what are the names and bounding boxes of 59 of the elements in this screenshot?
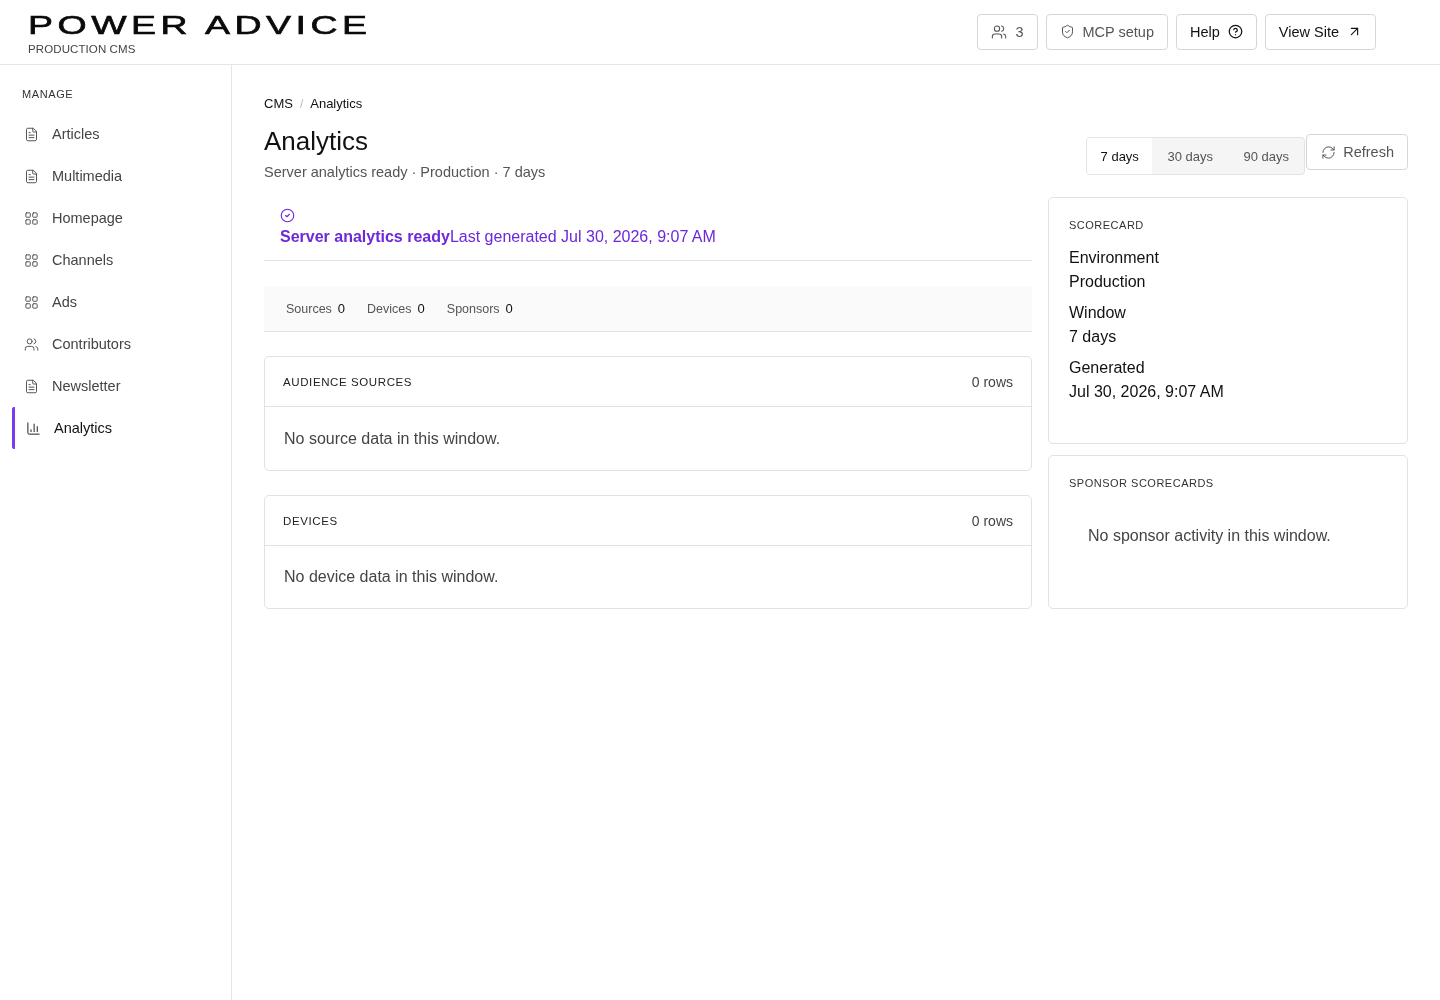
row-count: 0 rows (971, 512, 1013, 529)
stat-label: Sources (286, 302, 332, 316)
grid-icon (24, 210, 39, 226)
sidebar-item[interactable]: Newsletter (12, 365, 219, 407)
users-icon (24, 336, 39, 352)
sidebar-item[interactable]: Channels (12, 239, 219, 281)
refresh-button[interactable]: Refresh (1306, 134, 1408, 170)
sidebar-item[interactable]: Contributors (12, 323, 219, 365)
sidebar-item[interactable]: Analytics (12, 407, 219, 449)
field-value: Production (1069, 272, 1147, 292)
document-icon (24, 378, 39, 394)
logo-wordmark: POWER ADVICE (28, 13, 372, 37)
mcp-setup-button[interactable]: MCP setup (1045, 13, 1168, 50)
stat-value: 0 (337, 301, 346, 316)
empty-message: No sponsor activity in this window. (1088, 527, 1332, 545)
environment-label: PRODUCTION CMS (28, 43, 136, 55)
sidebar-item[interactable]: Multimedia (12, 155, 219, 197)
users-icon (991, 23, 1008, 40)
status-text: Server analytics readyLast generated Jul 30, 2026, 9:07 AM (280, 227, 716, 247)
users-count-button[interactable]: 3 (977, 13, 1038, 50)
view-site-button[interactable]: View Site (1264, 13, 1376, 50)
bar-chart-icon (26, 420, 41, 436)
stat-label: Sponsors (446, 302, 500, 316)
field-value: 7 days (1069, 327, 1118, 347)
field-value: Jul 30, 2026, 9:07 AM (1069, 382, 1225, 402)
range-tab[interactable]: 90 days (1228, 138, 1305, 174)
panel-title: DEVICES (283, 514, 338, 527)
sidebar-item[interactable]: Ads (12, 281, 219, 323)
breadcrumb-link[interactable]: Analytics (310, 95, 363, 113)
section-label: MANAGE (21, 87, 75, 101)
empty-message: No source data in this window. (284, 429, 501, 448)
breadcrumb-link[interactable]: CMS (264, 95, 293, 113)
field-label: Generated (1069, 358, 1146, 378)
card-title: SPONSOR SCORECARDS (1069, 476, 1215, 491)
range-tab[interactable]: 7 days (1087, 138, 1153, 174)
field-label: Environment (1069, 248, 1160, 268)
sidebar-item[interactable]: Articles (12, 113, 219, 155)
grid-icon (24, 294, 39, 310)
shield-check-icon (1059, 24, 1075, 39)
breadcrumb-separator: / (299, 96, 304, 113)
panel-title: AUDIENCE SOURCES (283, 375, 413, 388)
range-tab[interactable]: 30 days (1152, 138, 1229, 174)
check-circle-icon (280, 208, 295, 223)
page-title: Analytics (264, 125, 370, 157)
help-icon (1227, 24, 1243, 39)
stat-value: 0 (505, 301, 513, 316)
stat-label: Devices (367, 302, 412, 316)
stat-value: 0 (417, 301, 425, 316)
empty-message: No device data in this window. (284, 568, 499, 586)
sidebar-item[interactable]: Homepage (12, 197, 219, 239)
card-title: SCORECARD (1069, 218, 1145, 233)
document-icon (24, 168, 39, 184)
grid-icon (24, 252, 39, 268)
page-subtitle: Server analytics ready · Production · 7 days (264, 163, 546, 182)
field-label: Window (1069, 303, 1127, 323)
refresh-icon (1321, 144, 1337, 160)
document-icon (24, 126, 39, 142)
row-count: 0 rows (971, 373, 1013, 390)
help-button[interactable]: Help (1176, 13, 1257, 50)
